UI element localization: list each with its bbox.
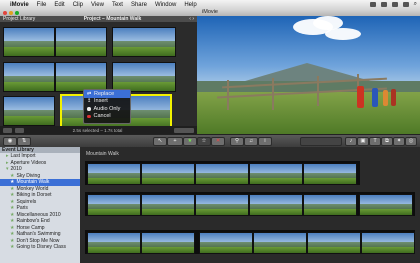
filmstrip[interactable] <box>85 192 415 216</box>
voiceover-icon[interactable]: ♫ <box>244 137 258 146</box>
fence-post <box>272 78 274 110</box>
cloud <box>325 28 361 40</box>
event-icon: ★ <box>10 231 15 237</box>
project-library-button[interactable]: Project Library <box>0 16 43 22</box>
event-icon: ★ <box>10 198 15 205</box>
event-icon: ▸ <box>6 159 9 166</box>
event-browser: Mountain Walk <box>80 147 420 263</box>
favorite-icon[interactable]: ★ <box>183 137 197 146</box>
event-icon: ▸ <box>6 153 9 159</box>
main-toolbar: ◉ ⇅ ↖ + ★ ☆ ✕ ⚲ ♫ i ♪ ▣ T ⧉ ✦ ◎ <box>0 134 420 148</box>
menu-text[interactable]: Text <box>112 2 123 8</box>
event-icon: ★ <box>10 218 15 224</box>
minimize-window-icon[interactable] <box>9 10 13 15</box>
project-clip[interactable] <box>55 62 107 92</box>
menu-item-replace[interactable]: ⇄ Replace <box>84 90 130 98</box>
menu-app[interactable]: iMovie <box>10 2 29 8</box>
hiker <box>372 88 378 107</box>
spotlight-icon[interactable]: ⌕ <box>414 1 417 8</box>
filmstrip[interactable] <box>85 161 360 185</box>
audio-icon <box>87 107 91 111</box>
window-title-bar: iMovie <box>0 9 420 16</box>
event-icon: ★ <box>10 205 15 211</box>
audio-meter <box>300 137 342 146</box>
cancel-icon <box>87 114 91 118</box>
close-window-icon[interactable] <box>3 10 7 15</box>
menu-file[interactable]: File <box>37 2 47 8</box>
transition-browser-icon[interactable]: ⧉ <box>381 137 393 146</box>
menu-edit[interactable]: Edit <box>54 2 64 8</box>
project-clip[interactable] <box>112 62 176 92</box>
music-browser-icon[interactable]: ♪ <box>345 137 357 146</box>
edit-tool-icon[interactable]: ↖ <box>153 137 167 146</box>
replace-icon: ⇄ <box>87 90 92 97</box>
zoom-icon[interactable]: ‹ › <box>182 16 197 22</box>
info-icon[interactable]: i <box>258 137 272 146</box>
filmstrip[interactable] <box>85 230 415 254</box>
event-browser-title: Mountain Walk <box>86 151 119 157</box>
menu-help[interactable]: Help <box>184 2 196 8</box>
theme-browser-icon[interactable]: ✦ <box>393 137 405 146</box>
wifi-icon[interactable] <box>380 2 387 7</box>
battery-icon[interactable] <box>402 2 409 7</box>
photo-browser-icon[interactable]: ▣ <box>357 137 369 146</box>
menu-window[interactable]: Window <box>155 2 176 8</box>
project-title: Project – Mountain Walk <box>83 16 142 22</box>
menu-clip[interactable]: Clip <box>73 2 83 8</box>
map-browser-icon[interactable]: ◎ <box>405 137 417 146</box>
fence-post <box>227 80 229 110</box>
event-icon: ★ <box>10 185 15 192</box>
reject-icon[interactable]: ✕ <box>211 137 225 146</box>
status-icon[interactable] <box>369 2 376 7</box>
fence-post <box>317 76 319 106</box>
menu-item-cancel[interactable]: Cancel <box>84 113 130 121</box>
thumbnail-size-slider[interactable] <box>174 127 194 133</box>
camera-import-icon[interactable]: ◉ <box>3 137 17 146</box>
project-clip[interactable] <box>55 27 107 57</box>
project-footer: 2.5s selected – 1.7s total <box>0 126 197 134</box>
menu-item-insert[interactable]: ↥ Insert <box>84 98 130 106</box>
event-item[interactable]: ★ Going to Disney Class <box>0 244 80 251</box>
event-icon: ★ <box>10 211 15 218</box>
folder-icon: ▾ <box>6 166 9 172</box>
event-icon: ★ <box>10 172 15 179</box>
menu-share[interactable]: Share <box>131 2 147 8</box>
insert-icon: ↥ <box>87 98 92 105</box>
project-status: 2.5s selected – 1.7s total <box>72 127 123 133</box>
project-clip[interactable] <box>3 96 55 126</box>
keyword-icon[interactable]: ⚲ <box>230 137 244 146</box>
event-library: Event Library ▸ Last Import ▸ Aperture Vid… <box>0 147 80 263</box>
swap-events-icon[interactable]: ⇅ <box>17 137 31 146</box>
menu-view[interactable]: View <box>91 2 104 8</box>
add-selection-icon[interactable]: + <box>167 137 183 146</box>
unmark-icon[interactable]: ☆ <box>197 137 211 146</box>
hiker <box>357 86 364 108</box>
event-icon: ★ <box>10 179 15 185</box>
hiker <box>391 89 396 106</box>
viewer[interactable] <box>197 16 420 134</box>
hiker <box>383 90 388 106</box>
drop-context-menu: ⇄ Replace ↥ Insert Audio Only Cancel <box>83 89 131 124</box>
event-icon: ★ <box>10 244 15 250</box>
volume-icon[interactable] <box>391 2 398 7</box>
event-icon: ★ <box>10 224 15 231</box>
menu-item-audio-only[interactable]: Audio Only <box>84 105 130 113</box>
event-icon: ★ <box>10 192 15 198</box>
window-title: iMovie <box>202 9 218 15</box>
project-clip[interactable] <box>3 27 55 57</box>
project-clip[interactable] <box>112 27 176 57</box>
project-clip[interactable] <box>3 62 55 92</box>
event-icon: ★ <box>10 237 15 244</box>
play-project-icon[interactable] <box>3 127 12 133</box>
zoom-window-icon[interactable] <box>15 10 19 15</box>
title-browser-icon[interactable]: T <box>369 137 381 146</box>
fullscreen-icon[interactable] <box>15 127 24 133</box>
